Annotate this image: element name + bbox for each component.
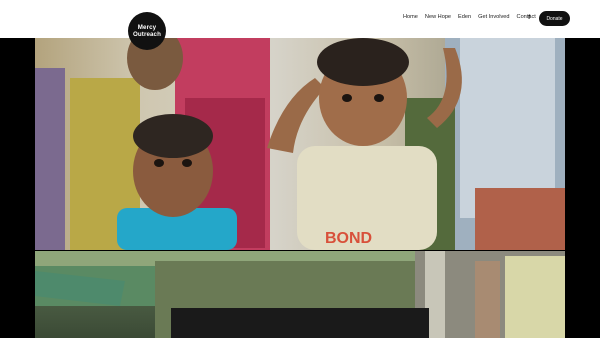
facebook-icon[interactable]: f xyxy=(528,14,530,21)
mercy-outreach-logo[interactable]: Mercy Outreach xyxy=(128,12,166,50)
hero-photo-children: BOND xyxy=(35,38,565,250)
shirt-print-text: BOND xyxy=(325,230,372,247)
logo-line-2: Outreach xyxy=(133,31,161,38)
nav-item-get-involved[interactable]: Get Involved xyxy=(478,14,509,20)
nav-item-home[interactable]: Home xyxy=(403,14,418,20)
content-panel xyxy=(171,308,429,338)
nav-item-contact[interactable]: Contact xyxy=(517,14,536,20)
nav-item-new-hope[interactable]: New Hope xyxy=(425,14,451,20)
main-nav: Home New Hope Eden Get Involved Contact xyxy=(403,14,543,20)
site-header: Mercy Outreach Home New Hope Eden Get In… xyxy=(0,0,600,50)
donate-button[interactable]: Donate xyxy=(539,11,570,26)
hero-photo-illustration: BOND xyxy=(35,38,565,250)
logo-line-1: Mercy xyxy=(137,24,157,31)
nav-item-eden[interactable]: Eden xyxy=(458,14,471,20)
